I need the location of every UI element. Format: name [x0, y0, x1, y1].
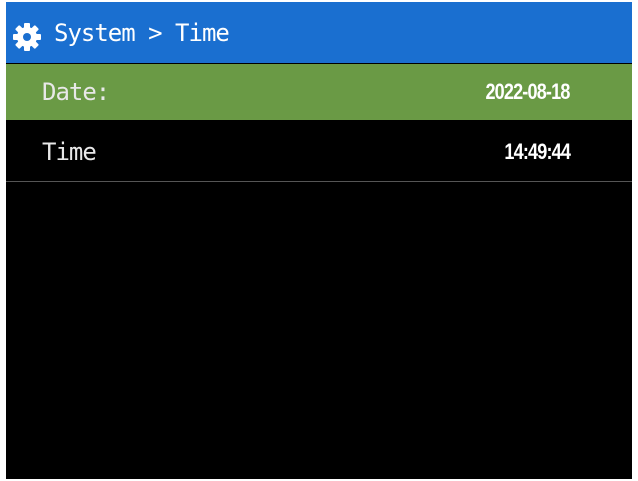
date-label: Date: — [42, 78, 110, 106]
menu-item-date[interactable]: Date: 2022-08-18 — [6, 64, 632, 122]
device-screen: System > Time Date: 2022-08-18 Time 14:4… — [6, 2, 632, 479]
time-label: Time — [42, 138, 97, 166]
gear-icon — [12, 22, 42, 52]
page-title: System > Time — [54, 19, 230, 47]
title-bar: System > Time — [6, 2, 632, 63]
menu-item-time[interactable]: Time 14:49:44 — [6, 124, 632, 182]
date-value: 2022-08-18 — [485, 79, 571, 104]
time-value: 14:49:44 — [504, 139, 570, 164]
